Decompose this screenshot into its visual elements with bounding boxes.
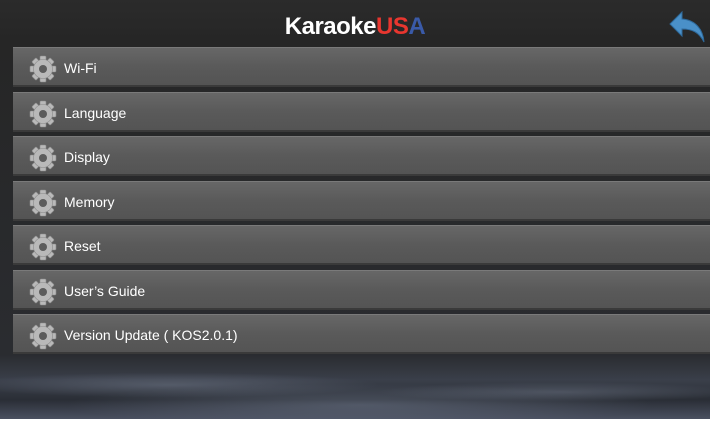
menu-item-label: Display	[64, 149, 110, 165]
logo-text-us: US	[376, 13, 409, 40]
gear-icon	[29, 144, 57, 172]
menu-item-label: Version Update ( KOS2.0.1)	[64, 327, 238, 343]
logo-text-a: A	[408, 13, 426, 40]
gear-icon	[29, 322, 57, 350]
menu-item-language[interactable]: Language	[13, 92, 710, 132]
logo-text-karaoke: Karaoke	[284, 13, 377, 40]
menu-item-display[interactable]: Display	[13, 136, 710, 176]
menu-item-users-guide[interactable]: User’s Guide	[13, 270, 710, 310]
menu-item-label: Memory	[64, 194, 115, 210]
menu-item-wifi[interactable]: Wi-Fi	[13, 47, 710, 87]
menu-item-label: Reset	[64, 238, 101, 254]
gear-icon	[29, 278, 57, 306]
back-button[interactable]	[668, 10, 708, 44]
gear-icon	[29, 233, 57, 261]
menu-item-label: Wi-Fi	[64, 60, 97, 76]
settings-screen: KaraokeUSA Wi-Fi Language Display Memory Res…	[0, 0, 710, 419]
karaoke-usa-logo: KaraokeUSA	[0, 13, 710, 41]
menu-item-reset[interactable]: Reset	[13, 225, 710, 265]
menu-item-label: User’s Guide	[64, 283, 146, 299]
menu-item-memory[interactable]: Memory	[13, 181, 710, 221]
gear-icon	[29, 55, 57, 83]
header: KaraokeUSA	[0, 0, 710, 47]
menu-item-label: Language	[64, 105, 127, 121]
gear-icon	[29, 100, 57, 128]
gear-icon	[29, 189, 57, 217]
menu-item-version-update[interactable]: Version Update ( KOS2.0.1)	[13, 314, 710, 354]
back-arrow-icon	[669, 10, 705, 43]
